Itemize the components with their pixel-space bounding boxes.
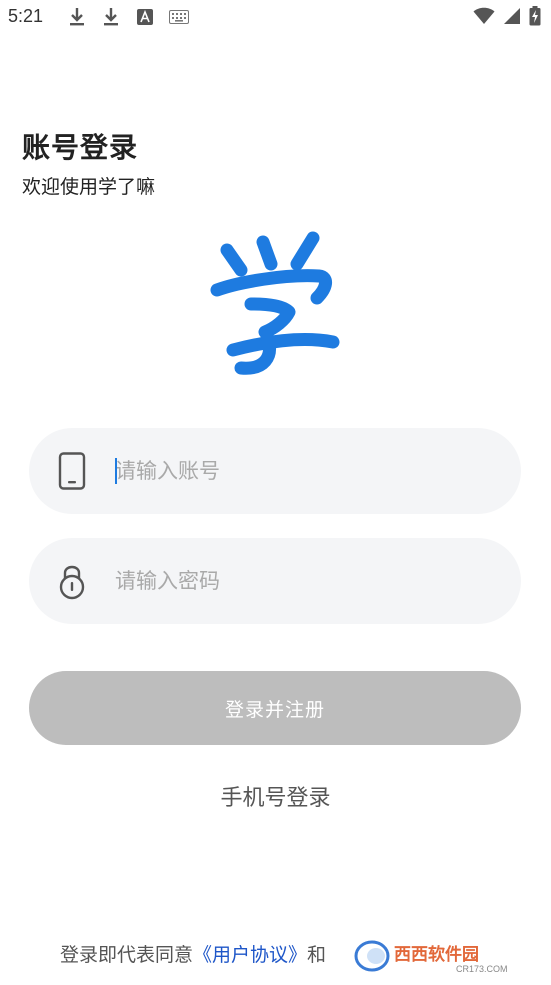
lock-icon [57, 562, 87, 600]
keyboard-icon [168, 6, 190, 28]
wifi-icon [473, 7, 495, 29]
watermark-brand: 西西软件园 [394, 944, 479, 965]
agreement-prefix: 登录即代表同意 [60, 944, 194, 966]
agreement-text: 登录即代表同意《用户协议》和 [60, 940, 326, 967]
password-input[interactable] [115, 558, 495, 604]
status-bar: 5:21 [0, 0, 551, 36]
password-input-row[interactable] [29, 538, 521, 624]
phone-icon [57, 452, 87, 490]
app-logo [205, 228, 345, 378]
watermark-site: CR173.COM [456, 964, 508, 974]
user-agreement-link[interactable]: 《用户协议》 [193, 944, 307, 966]
download-icon [100, 6, 122, 28]
battery-charging-icon [529, 6, 541, 30]
site-watermark: 西西软件园 CR173.COM [352, 936, 532, 976]
text-caret [115, 458, 117, 484]
signal-icon [503, 7, 521, 29]
account-input-row[interactable] [29, 428, 521, 514]
status-system-icons [473, 6, 541, 30]
account-input[interactable] [115, 448, 495, 494]
status-notifications [66, 6, 190, 28]
phone-login-link[interactable]: 手机号登录 [0, 780, 551, 812]
status-time: 5:21 [8, 6, 44, 26]
page-title: 账号登录 [22, 131, 139, 164]
page-subtitle: 欢迎使用学了嘛 [22, 176, 156, 198]
agreement-joiner: 和 [307, 944, 327, 966]
download-icon [66, 6, 88, 28]
login-register-button[interactable]: 登录并注册 [29, 671, 521, 745]
a-badge-icon [134, 6, 156, 28]
